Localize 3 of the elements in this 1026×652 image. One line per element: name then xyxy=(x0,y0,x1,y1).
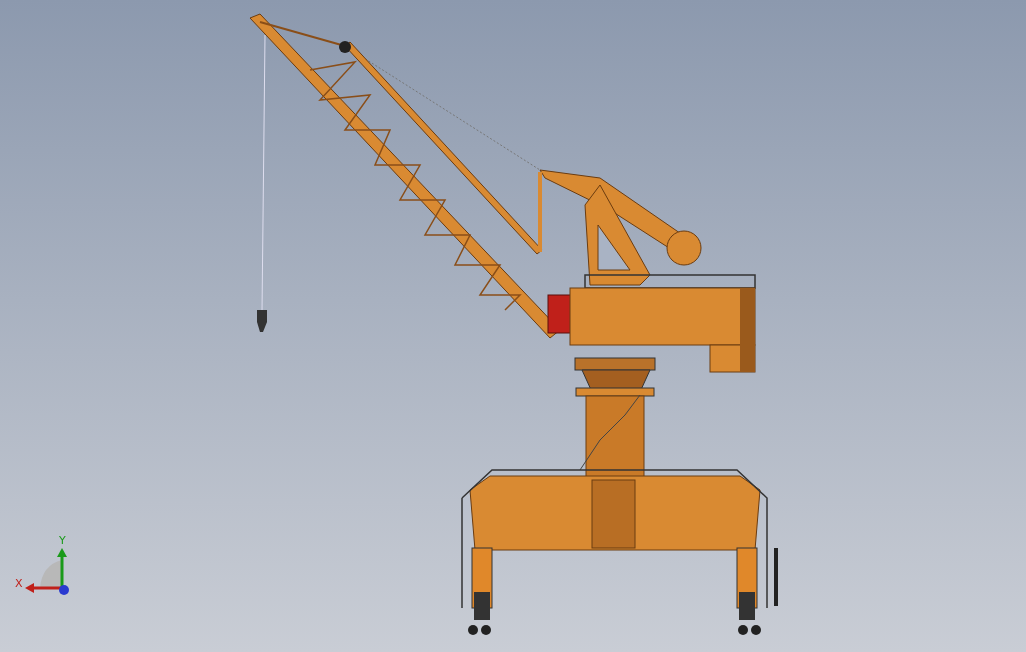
y-axis-label: Y xyxy=(59,534,66,547)
axis-triad-icon xyxy=(25,548,69,595)
x-axis-label: X xyxy=(15,577,23,590)
